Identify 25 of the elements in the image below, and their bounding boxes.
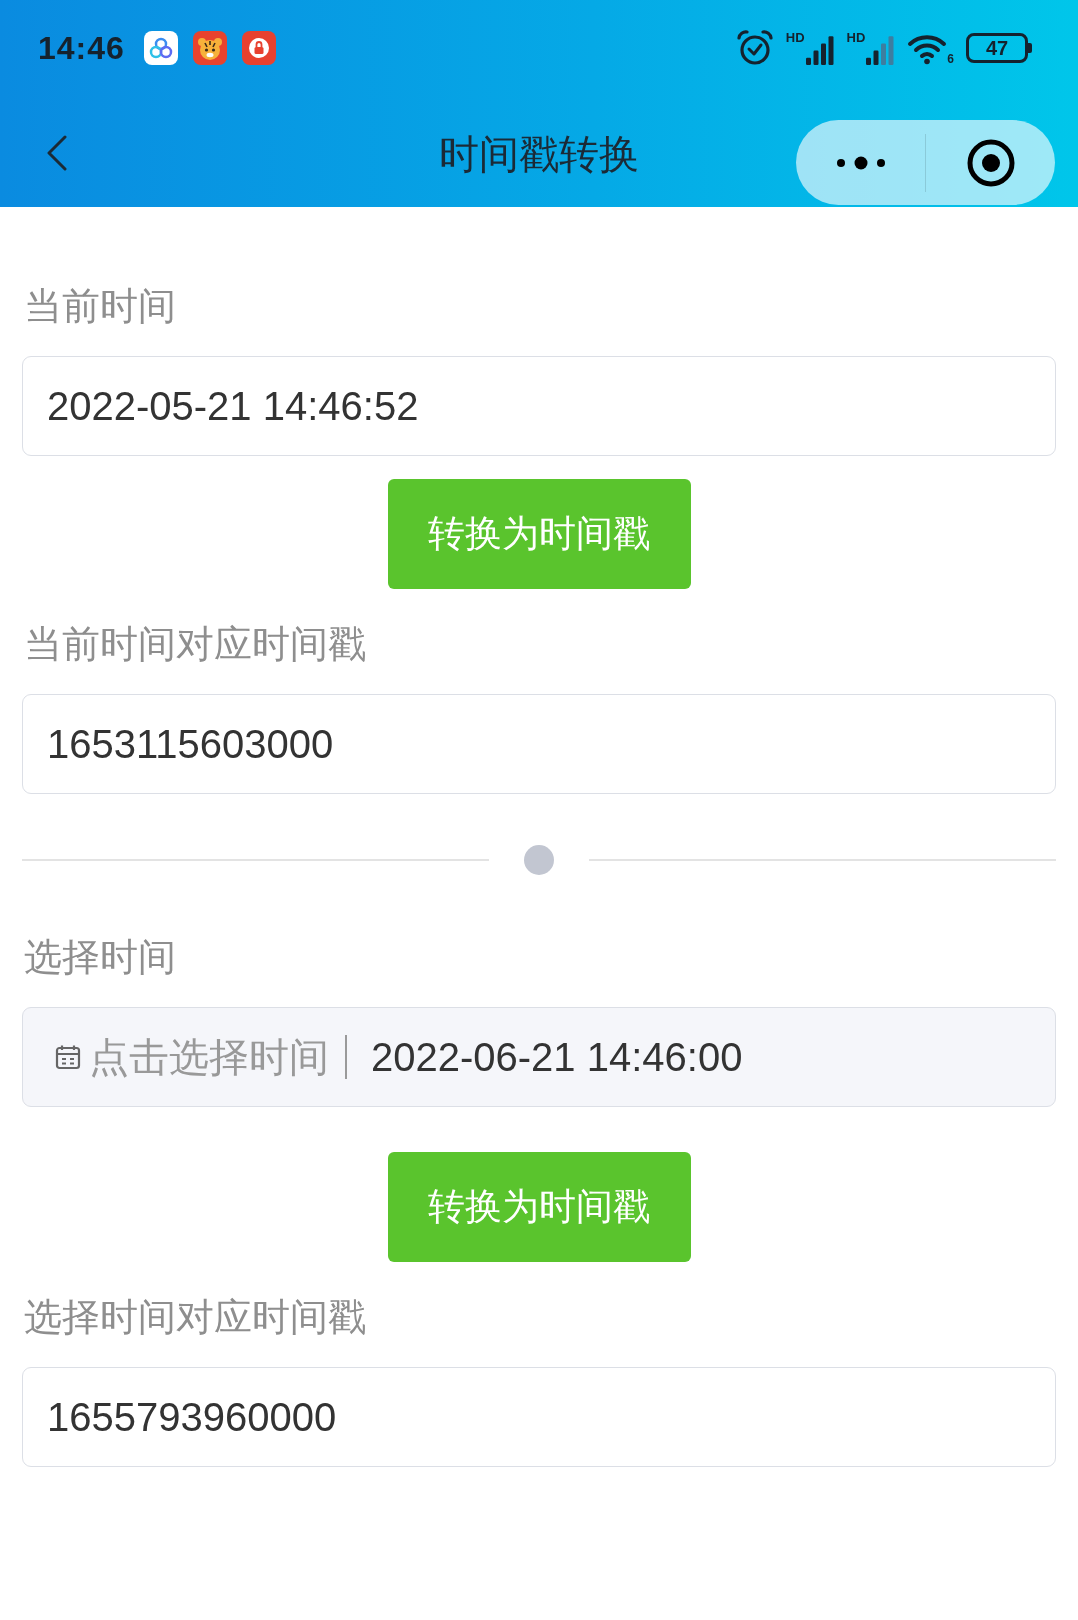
input-field[interactable]: 2022-05-21 14:46:52	[22, 356, 1056, 456]
wifi-standard-label: 6	[947, 53, 954, 65]
network-type-label: HD	[785, 31, 805, 44]
network-type-label: HD	[846, 31, 866, 44]
field-label: 选择时间对应时间戳	[23, 1295, 367, 1340]
lock-app-icon	[241, 31, 276, 65]
more-dots-icon	[835, 155, 886, 170]
input-field[interactable]: 1653115603000	[22, 694, 1056, 794]
field-label: 当前时间对应时间戳	[23, 622, 367, 667]
status-time: 14:46	[38, 29, 125, 67]
signal-icon	[865, 35, 896, 65]
date-picker-field[interactable]: 点击选择时间 2022-06-21 14:46:00	[22, 1007, 1056, 1107]
target-icon	[965, 137, 1016, 188]
field-label: 当前时间	[23, 284, 177, 329]
alarm-clock-icon	[735, 29, 774, 67]
rings-app-icon	[143, 31, 178, 65]
wifi-icon	[907, 33, 948, 65]
field-label: 选择时间	[23, 935, 177, 980]
chevron-left-icon	[46, 134, 68, 171]
tiger-face-app-icon	[192, 31, 227, 65]
page-title: 时间戳转换	[439, 133, 639, 174]
calendar-icon	[55, 1044, 81, 1070]
signal-icon	[804, 35, 835, 65]
divider-dot-icon	[524, 845, 554, 875]
input-field[interactable]: 1655793960000	[22, 1367, 1056, 1467]
